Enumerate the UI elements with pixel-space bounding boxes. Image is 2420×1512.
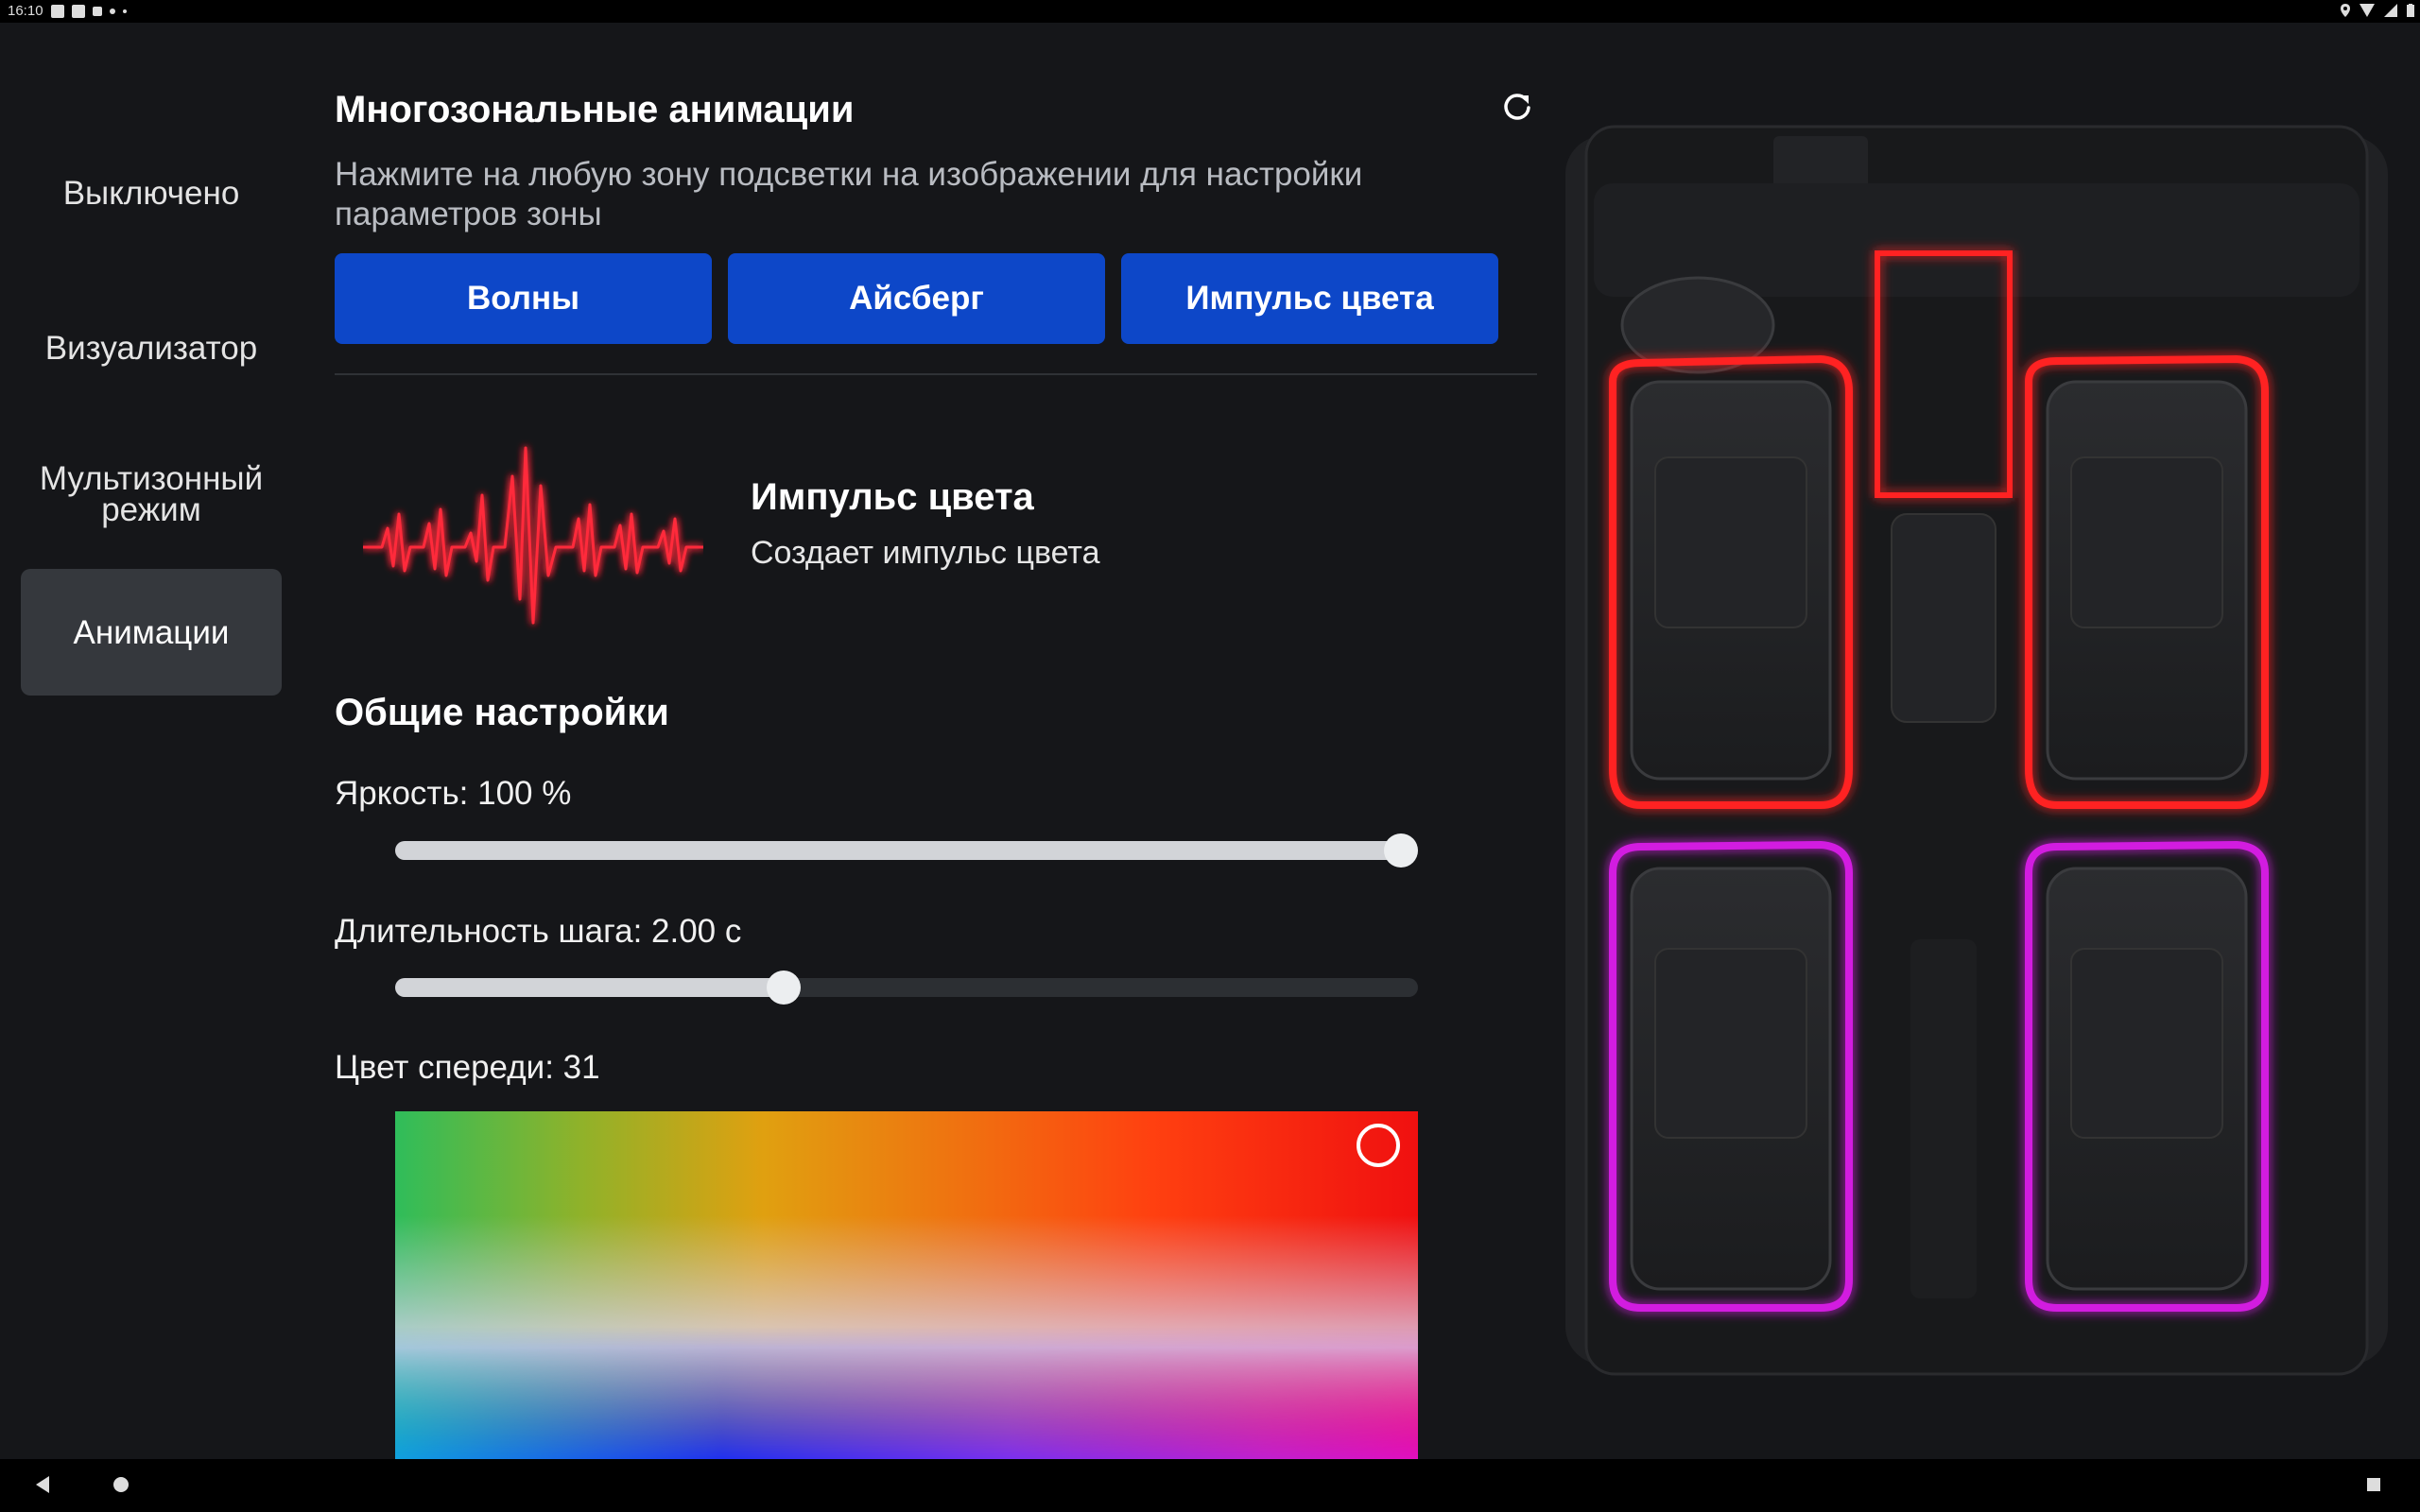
back-triangle-icon[interactable] xyxy=(36,1476,49,1493)
color-picker[interactable] xyxy=(395,1111,1418,1459)
slider-fill xyxy=(395,978,785,997)
location-icon xyxy=(2341,4,2350,17)
selected-animation-description: Создает импульс цвета xyxy=(751,535,1100,571)
iceberg-button[interactable]: Айсберг xyxy=(728,253,1105,344)
sidebar-item-label: Визуализатор xyxy=(44,329,258,367)
sidebar-item-multizone[interactable]: Мультизонный режим xyxy=(21,431,282,558)
system-icons xyxy=(2341,4,2414,17)
notification-icon xyxy=(51,5,64,18)
notification-icons xyxy=(51,5,127,18)
waves-button[interactable]: Волны xyxy=(335,253,712,344)
sidebar-item-label: Мультизонный режим xyxy=(39,460,264,528)
status-time: 16:10 xyxy=(8,3,43,19)
home-circle-icon[interactable] xyxy=(113,1477,129,1492)
recents-square-icon[interactable] xyxy=(2367,1478,2380,1491)
car-top-view-image xyxy=(1565,125,2388,1376)
front-color-label: Цвет спереди: 31 xyxy=(335,1049,600,1086)
sidebar-item-animations[interactable]: Анимации xyxy=(21,569,282,696)
step-duration-slider[interactable] xyxy=(395,971,1418,1005)
pulse-wave-icon xyxy=(363,446,703,625)
sidebar-item-label: Выключено xyxy=(62,174,240,212)
battery-icon xyxy=(2407,4,2414,17)
general-settings-title: Общие настройки xyxy=(335,692,669,733)
sidebar-item-visualizer[interactable]: Визуализатор xyxy=(21,299,282,397)
sidebar-item-label: Анимации xyxy=(73,613,230,651)
status-bar: 16:10 xyxy=(0,0,2420,23)
page-title: Многозональные анимации xyxy=(335,89,855,130)
signal-icon xyxy=(2384,4,2397,17)
notification-dot-icon xyxy=(123,9,127,13)
app-window: Выключено Визуализатор Мультизонный режи… xyxy=(0,23,2420,1459)
selected-animation-name: Импульс цвета xyxy=(751,476,1034,518)
main-panel: Многозональные анимации Нажмите на любую… xyxy=(335,23,1541,1459)
notification-icon xyxy=(110,9,115,14)
color-picker-handle[interactable] xyxy=(1357,1124,1400,1167)
wifi-icon xyxy=(2360,4,2375,17)
step-duration-label: Длительность шага: 2.00 с xyxy=(335,913,742,950)
color-pulse-button[interactable]: Импульс цвета xyxy=(1121,253,1498,344)
page-subtitle: Нажмите на любую зону подсветки на изобр… xyxy=(335,156,1363,232)
slider-fill xyxy=(395,841,1401,860)
refresh-icon[interactable] xyxy=(1499,89,1535,125)
notification-icon xyxy=(93,7,102,16)
brightness-label: Яркость: 100 % xyxy=(335,775,572,812)
system-nav-bar xyxy=(0,1459,2420,1512)
notification-icon xyxy=(72,5,85,18)
divider xyxy=(335,373,1539,375)
sidebar: Выключено Визуализатор Мультизонный режи… xyxy=(0,23,302,1459)
sidebar-item-off[interactable]: Выключено xyxy=(21,144,282,242)
color-picker-blue-layer xyxy=(395,1111,1418,1459)
car-zone-map[interactable] xyxy=(1537,23,2420,1459)
slider-thumb[interactable] xyxy=(1384,833,1418,868)
brightness-slider[interactable] xyxy=(395,833,1418,868)
slider-thumb[interactable] xyxy=(767,971,802,1005)
